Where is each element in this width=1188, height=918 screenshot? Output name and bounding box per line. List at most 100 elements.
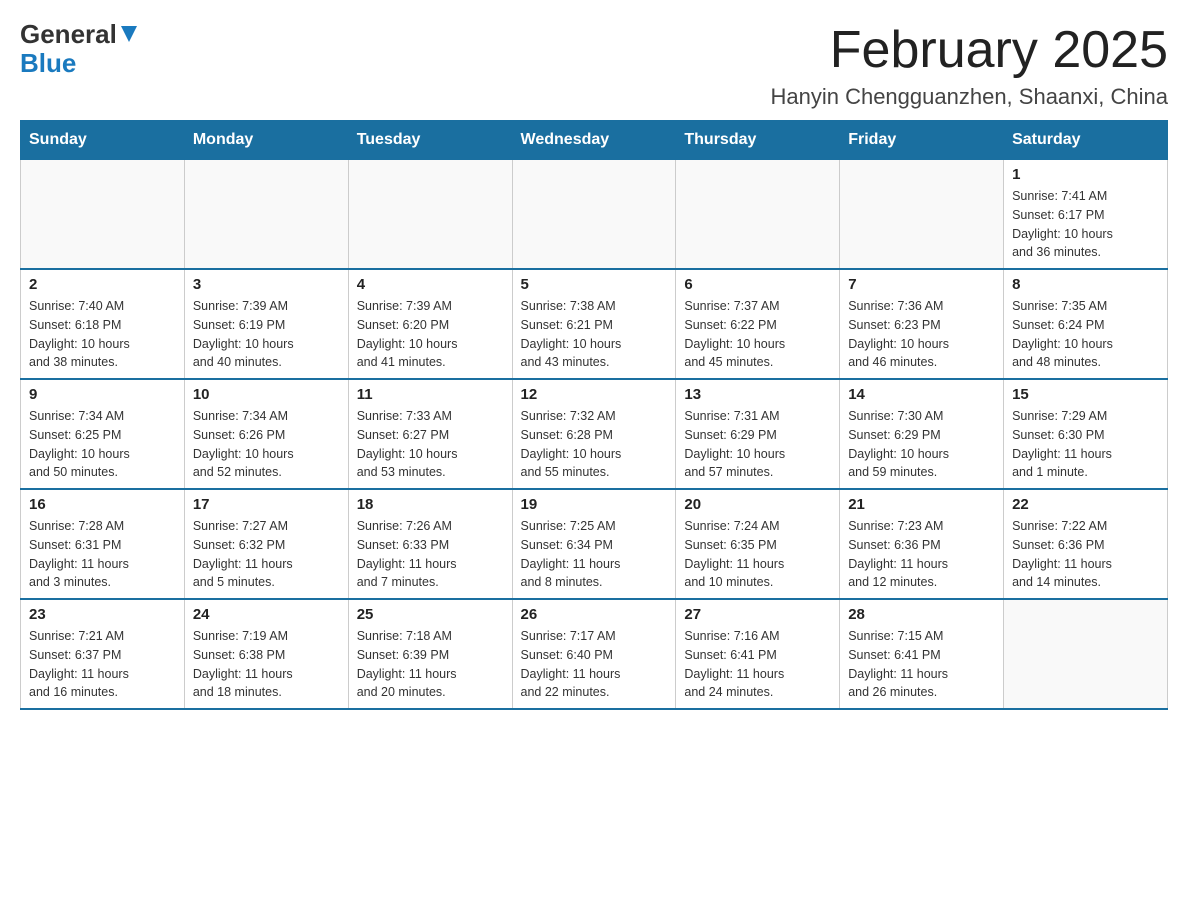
day-info: Sunrise: 7:41 AM Sunset: 6:17 PM Dayligh… <box>1012 187 1159 262</box>
calendar-cell: 28 Sunrise: 7:15 AM Sunset: 6:41 PM Dayli… <box>840 599 1004 709</box>
calendar-cell: 4Sunrise: 7:39 AM Sunset: 6:20 PM Daylig… <box>348 269 512 379</box>
calendar-cell: 19 Sunrise: 7:25 AM Sunset: 6:34 PM Dayli… <box>512 489 676 599</box>
title-block: February 2025 Hanyin Chengguanzhen, Shaa… <box>770 20 1168 110</box>
day-number: 13 <box>684 386 831 403</box>
header-sunday: Sunday <box>21 121 185 160</box>
calendar-cell: 7 Sunrise: 7:36 AM Sunset: 6:23 PM Daylig… <box>840 269 1004 379</box>
calendar-week-4: 23Sunrise: 7:21 AM Sunset: 6:37 PM Dayli… <box>21 599 1168 709</box>
day-number: 12 <box>521 386 668 403</box>
logo-arrow-icon <box>119 24 139 44</box>
day-number: 8 <box>1012 276 1159 293</box>
calendar-header: Sunday Monday Tuesday Wednesday Thursday… <box>21 121 1168 160</box>
day-info: Sunrise: 7:38 AM Sunset: 6:21 PM Dayligh… <box>521 297 668 372</box>
calendar-cell: 27 Sunrise: 7:16 AM Sunset: 6:41 PM Dayli… <box>676 599 840 709</box>
day-info: Sunrise: 7:15 AM Sunset: 6:41 PM Dayligh… <box>848 627 995 702</box>
day-number: 9 <box>29 386 176 403</box>
day-info: Sunrise: 7:28 AM Sunset: 6:31 PM Dayligh… <box>29 517 176 592</box>
calendar-cell: 22 Sunrise: 7:22 AM Sunset: 6:36 PM Dayli… <box>1004 489 1168 599</box>
day-number: 7 <box>848 276 995 293</box>
calendar-cell: 8 Sunrise: 7:35 AM Sunset: 6:24 PM Daylig… <box>1004 269 1168 379</box>
day-number: 4 <box>357 276 504 293</box>
calendar-cell: 26Sunrise: 7:17 AM Sunset: 6:40 PM Dayli… <box>512 599 676 709</box>
calendar-cell <box>184 160 348 270</box>
header-thursday: Thursday <box>676 121 840 160</box>
calendar-cell: 3 Sunrise: 7:39 AM Sunset: 6:19 PM Daylig… <box>184 269 348 379</box>
day-info: Sunrise: 7:23 AM Sunset: 6:36 PM Dayligh… <box>848 517 995 592</box>
calendar-table: Sunday Monday Tuesday Wednesday Thursday… <box>20 120 1168 710</box>
day-number: 15 <box>1012 386 1159 403</box>
day-number: 14 <box>848 386 995 403</box>
day-number: 24 <box>193 606 340 623</box>
day-number: 19 <box>521 496 668 513</box>
day-number: 11 <box>357 386 504 403</box>
calendar-week-1: 2 Sunrise: 7:40 AM Sunset: 6:18 PM Daylig… <box>21 269 1168 379</box>
calendar-cell: 15 Sunrise: 7:29 AM Sunset: 6:30 PM Dayli… <box>1004 379 1168 489</box>
day-info: Sunrise: 7:37 AM Sunset: 6:22 PM Dayligh… <box>684 297 831 372</box>
header-friday: Friday <box>840 121 1004 160</box>
calendar-cell: 21 Sunrise: 7:23 AM Sunset: 6:36 PM Dayli… <box>840 489 1004 599</box>
day-number: 5 <box>521 276 668 293</box>
day-info: Sunrise: 7:18 AM Sunset: 6:39 PM Dayligh… <box>357 627 504 702</box>
calendar-cell: 9 Sunrise: 7:34 AM Sunset: 6:25 PM Daylig… <box>21 379 185 489</box>
day-info: Sunrise: 7:26 AM Sunset: 6:33 PM Dayligh… <box>357 517 504 592</box>
calendar-cell: 13 Sunrise: 7:31 AM Sunset: 6:29 PM Dayli… <box>676 379 840 489</box>
day-info: Sunrise: 7:39 AM Sunset: 6:19 PM Dayligh… <box>193 297 340 372</box>
logo-general: General <box>20 20 139 49</box>
logo-text-group: General Blue <box>20 20 139 77</box>
calendar-cell: 6Sunrise: 7:37 AM Sunset: 6:22 PM Daylig… <box>676 269 840 379</box>
calendar-cell: 14Sunrise: 7:30 AM Sunset: 6:29 PM Dayli… <box>840 379 1004 489</box>
calendar-cell <box>1004 599 1168 709</box>
header-tuesday: Tuesday <box>348 121 512 160</box>
day-info: Sunrise: 7:40 AM Sunset: 6:18 PM Dayligh… <box>29 297 176 372</box>
calendar-cell: 23Sunrise: 7:21 AM Sunset: 6:37 PM Dayli… <box>21 599 185 709</box>
day-info: Sunrise: 7:25 AM Sunset: 6:34 PM Dayligh… <box>521 517 668 592</box>
calendar-cell: 24 Sunrise: 7:19 AM Sunset: 6:38 PM Dayli… <box>184 599 348 709</box>
calendar-week-0: 1 Sunrise: 7:41 AM Sunset: 6:17 PM Daylig… <box>21 160 1168 270</box>
day-number: 3 <box>193 276 340 293</box>
logo: General Blue <box>20 20 139 77</box>
calendar-cell: 12Sunrise: 7:32 AM Sunset: 6:28 PM Dayli… <box>512 379 676 489</box>
calendar-cell: 18 Sunrise: 7:26 AM Sunset: 6:33 PM Dayli… <box>348 489 512 599</box>
day-number: 16 <box>29 496 176 513</box>
day-info: Sunrise: 7:19 AM Sunset: 6:38 PM Dayligh… <box>193 627 340 702</box>
logo-general-text: General <box>20 20 117 49</box>
calendar-cell: 10Sunrise: 7:34 AM Sunset: 6:26 PM Dayli… <box>184 379 348 489</box>
page-title: February 2025 <box>770 20 1168 80</box>
calendar-cell: 17Sunrise: 7:27 AM Sunset: 6:32 PM Dayli… <box>184 489 348 599</box>
day-info: Sunrise: 7:17 AM Sunset: 6:40 PM Dayligh… <box>521 627 668 702</box>
day-info: Sunrise: 7:36 AM Sunset: 6:23 PM Dayligh… <box>848 297 995 372</box>
page-header: General Blue February 2025 Hanyin Chengg… <box>20 20 1168 110</box>
calendar-cell: 20 Sunrise: 7:24 AM Sunset: 6:35 PM Dayli… <box>676 489 840 599</box>
calendar-cell: 5 Sunrise: 7:38 AM Sunset: 6:21 PM Daylig… <box>512 269 676 379</box>
day-info: Sunrise: 7:34 AM Sunset: 6:25 PM Dayligh… <box>29 407 176 482</box>
day-number: 10 <box>193 386 340 403</box>
calendar-week-2: 9 Sunrise: 7:34 AM Sunset: 6:25 PM Daylig… <box>21 379 1168 489</box>
day-number: 27 <box>684 606 831 623</box>
day-info: Sunrise: 7:27 AM Sunset: 6:32 PM Dayligh… <box>193 517 340 592</box>
day-number: 21 <box>848 496 995 513</box>
day-number: 1 <box>1012 166 1159 183</box>
calendar-cell: 11 Sunrise: 7:33 AM Sunset: 6:27 PM Dayli… <box>348 379 512 489</box>
calendar-header-row: Sunday Monday Tuesday Wednesday Thursday… <box>21 121 1168 160</box>
day-number: 2 <box>29 276 176 293</box>
day-number: 20 <box>684 496 831 513</box>
day-number: 18 <box>357 496 504 513</box>
day-info: Sunrise: 7:31 AM Sunset: 6:29 PM Dayligh… <box>684 407 831 482</box>
calendar-cell: 2 Sunrise: 7:40 AM Sunset: 6:18 PM Daylig… <box>21 269 185 379</box>
day-info: Sunrise: 7:24 AM Sunset: 6:35 PM Dayligh… <box>684 517 831 592</box>
day-info: Sunrise: 7:22 AM Sunset: 6:36 PM Dayligh… <box>1012 517 1159 592</box>
day-info: Sunrise: 7:35 AM Sunset: 6:24 PM Dayligh… <box>1012 297 1159 372</box>
header-saturday: Saturday <box>1004 121 1168 160</box>
calendar-cell: 25 Sunrise: 7:18 AM Sunset: 6:39 PM Dayli… <box>348 599 512 709</box>
day-info: Sunrise: 7:29 AM Sunset: 6:30 PM Dayligh… <box>1012 407 1159 482</box>
day-info: Sunrise: 7:33 AM Sunset: 6:27 PM Dayligh… <box>357 407 504 482</box>
day-number: 25 <box>357 606 504 623</box>
day-info: Sunrise: 7:21 AM Sunset: 6:37 PM Dayligh… <box>29 627 176 702</box>
day-number: 28 <box>848 606 995 623</box>
calendar-cell: 16 Sunrise: 7:28 AM Sunset: 6:31 PM Dayli… <box>21 489 185 599</box>
day-info: Sunrise: 7:16 AM Sunset: 6:41 PM Dayligh… <box>684 627 831 702</box>
calendar-cell <box>512 160 676 270</box>
calendar-cell: 1 Sunrise: 7:41 AM Sunset: 6:17 PM Daylig… <box>1004 160 1168 270</box>
calendar-cell <box>840 160 1004 270</box>
day-number: 22 <box>1012 496 1159 513</box>
